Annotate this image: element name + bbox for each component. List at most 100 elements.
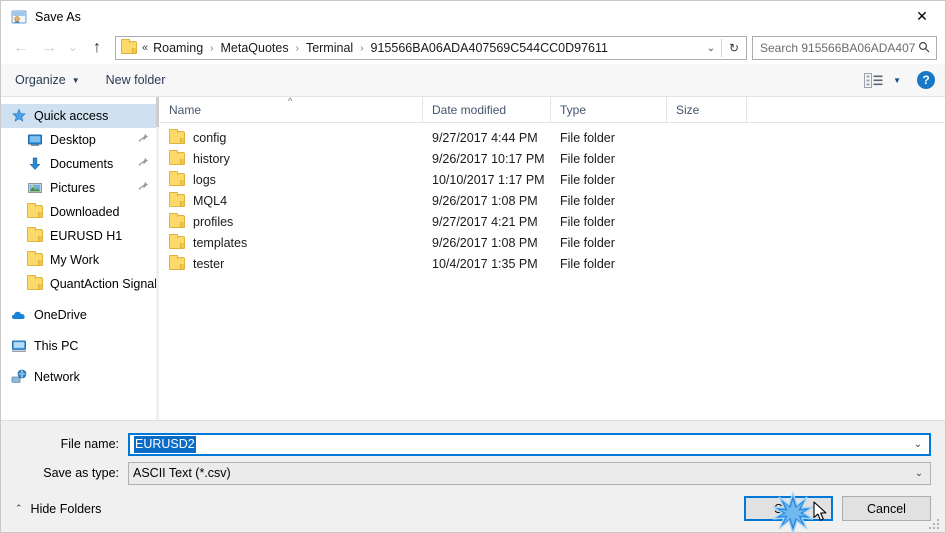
pictures-icon xyxy=(27,180,43,196)
save-as-type-select[interactable]: ASCII Text (*.csv) ⌄ xyxy=(128,461,931,485)
sort-ascending-icon: ^ xyxy=(288,96,293,106)
search-input[interactable]: Search 915566BA06ADA40756... xyxy=(760,41,916,55)
table-row[interactable]: profiles 9/27/2017 4:21 PM File folder xyxy=(160,211,945,232)
type-cell: File folder xyxy=(560,151,615,166)
table-row[interactable]: tester 10/4/2017 1:35 PM File folder xyxy=(160,253,945,274)
column-header-type[interactable]: Type xyxy=(551,96,667,123)
breadcrumb-item-metaquotes[interactable]: MetaQuotes xyxy=(219,41,291,55)
up-button[interactable]: ↑ xyxy=(83,35,111,61)
folder-icon xyxy=(27,203,43,220)
sidebar-item-network[interactable]: Network xyxy=(1,365,159,389)
organize-button[interactable]: Organize ▼ xyxy=(15,73,80,87)
sidebar-scrollbar[interactable] xyxy=(156,97,159,420)
sidebar-item-this-pc[interactable]: This PC xyxy=(1,334,159,358)
sidebar-item-quick-access[interactable]: Quick access xyxy=(1,104,159,128)
view-options-caret-icon[interactable]: ▼ xyxy=(893,76,901,85)
star-icon xyxy=(11,108,27,124)
chevron-down-icon[interactable]: ⌄ xyxy=(907,439,929,450)
help-button[interactable]: ? xyxy=(917,71,935,89)
file-name-selected-text: EURUSD2 xyxy=(134,436,196,453)
navigation-bar: ← → ⌄ ↑ « Roaming › MetaQuotes › Termina… xyxy=(1,32,945,64)
up-arrow-icon: ↑ xyxy=(93,39,101,56)
type-cell: File folder xyxy=(560,130,615,145)
folder-icon xyxy=(169,212,185,229)
table-row[interactable]: config 9/27/2017 4:44 PM File folder xyxy=(160,127,945,148)
pin-icon[interactable] xyxy=(138,181,149,195)
column-header-size[interactable]: Size xyxy=(667,96,747,123)
folder-icon xyxy=(169,128,185,145)
sidebar-item-pictures[interactable]: Pictures xyxy=(1,176,159,200)
close-button[interactable]: ✕ xyxy=(899,1,945,32)
date-modified-cell: 10/4/2017 1:35 PM xyxy=(432,256,538,271)
address-bar[interactable]: « Roaming › MetaQuotes › Terminal › 9155… xyxy=(115,36,747,60)
file-name-value[interactable]: EURUSD2 xyxy=(134,436,907,453)
search-box[interactable]: Search 915566BA06ADA40756... xyxy=(752,36,937,60)
table-row[interactable]: templates 9/26/2017 1:08 PM File folder xyxy=(160,232,945,253)
resize-grip[interactable] xyxy=(929,517,942,530)
back-arrow-icon: ← xyxy=(13,39,29,56)
date-modified-cell: 9/26/2017 10:17 PM xyxy=(432,151,545,166)
breadcrumb-overflow-icon[interactable]: « xyxy=(142,42,151,54)
file-name-cell: MQL4 xyxy=(160,191,423,208)
title-bar: Save As ✕ xyxy=(1,1,945,32)
sidebar-item-downloaded[interactable]: Downloaded xyxy=(1,200,159,224)
folder-icon xyxy=(27,251,43,268)
breadcrumb-separator-icon[interactable]: › xyxy=(355,43,368,54)
sidebar-item-documents[interactable]: Documents xyxy=(1,152,159,176)
file-name-cell: config xyxy=(160,128,423,145)
breadcrumb-item-roaming[interactable]: Roaming xyxy=(151,41,205,55)
folder-icon xyxy=(169,233,185,250)
recent-locations-button[interactable]: ⌄ xyxy=(63,35,83,61)
chevron-up-icon: ⌃ xyxy=(15,503,23,513)
breadcrumb-item-terminal[interactable]: Terminal xyxy=(304,41,355,55)
file-name-label: File name: xyxy=(60,437,119,451)
sidebar-item-quantaction-signal[interactable]: QuantAction Signal xyxy=(1,272,159,296)
breadcrumb-separator-icon[interactable]: › xyxy=(205,43,218,54)
forward-arrow-icon: → xyxy=(41,39,57,56)
new-folder-button[interactable]: New folder xyxy=(106,73,166,87)
pin-icon[interactable] xyxy=(138,157,149,171)
type-cell: File folder xyxy=(560,214,615,229)
save-button[interactable]: Save xyxy=(744,496,833,521)
dialog-footer: ⌃ Hide Folders Save Cancel xyxy=(1,489,945,532)
table-row[interactable]: logs 10/10/2017 1:17 PM File folder xyxy=(160,169,945,190)
forward-button[interactable]: → xyxy=(35,35,63,61)
hide-folders-button[interactable]: ⌃ Hide Folders xyxy=(15,502,101,516)
search-icon xyxy=(916,41,932,56)
file-name-cell: logs xyxy=(160,170,423,187)
close-icon: ✕ xyxy=(916,8,928,24)
sidebar-item-desktop[interactable]: Desktop xyxy=(1,128,159,152)
folder-icon xyxy=(27,275,43,292)
sidebar-item-eurusd-h1[interactable]: EURUSD H1 xyxy=(1,224,159,248)
date-modified-cell: 9/27/2017 4:21 PM xyxy=(432,214,538,229)
sidebar-item-onedrive[interactable]: OneDrive xyxy=(1,303,159,327)
back-button[interactable]: ← xyxy=(7,35,35,61)
refresh-button[interactable]: ↻ xyxy=(722,41,746,55)
sidebar-item-my-work[interactable]: My Work xyxy=(1,248,159,272)
file-name-input[interactable]: EURUSD2 ⌄ xyxy=(128,432,931,456)
pin-icon[interactable] xyxy=(138,133,149,147)
save-as-dialog: Save As ✕ ← → ⌄ ↑ « Roaming › MetaQuotes xyxy=(0,0,946,533)
file-list-pane: Name Date modified Type Size ^ config 9/… xyxy=(159,96,945,420)
sidebar-scrollbar-thumb[interactable] xyxy=(156,97,159,127)
file-name-row: File name: EURUSD2 ⌄ xyxy=(15,431,931,457)
address-dropdown-button[interactable]: ⌄ xyxy=(701,43,721,54)
chevron-down-icon[interactable]: ⌄ xyxy=(908,468,930,479)
folder-icon xyxy=(27,227,43,244)
type-cell: File folder xyxy=(560,256,615,271)
file-name-label: config xyxy=(193,130,227,145)
table-row[interactable]: history 9/26/2017 10:17 PM File folder xyxy=(160,148,945,169)
column-header-date-modified[interactable]: Date modified xyxy=(423,96,551,123)
breadcrumb-separator-icon[interactable]: › xyxy=(291,43,304,54)
file-name-cell: templates xyxy=(160,233,423,250)
view-options-button[interactable] xyxy=(864,72,883,88)
folder-icon xyxy=(169,170,185,187)
cancel-button[interactable]: Cancel xyxy=(842,496,931,521)
table-row[interactable]: MQL4 9/26/2017 1:08 PM File folder xyxy=(160,190,945,211)
save-as-type-value: ASCII Text (*.csv) xyxy=(133,466,231,480)
file-name-label: profiles xyxy=(193,214,234,229)
breadcrumb-item-guid[interactable]: 915566BA06ADA407569C544CC0D97611 xyxy=(369,41,610,55)
save-button-label: Save xyxy=(774,501,803,516)
